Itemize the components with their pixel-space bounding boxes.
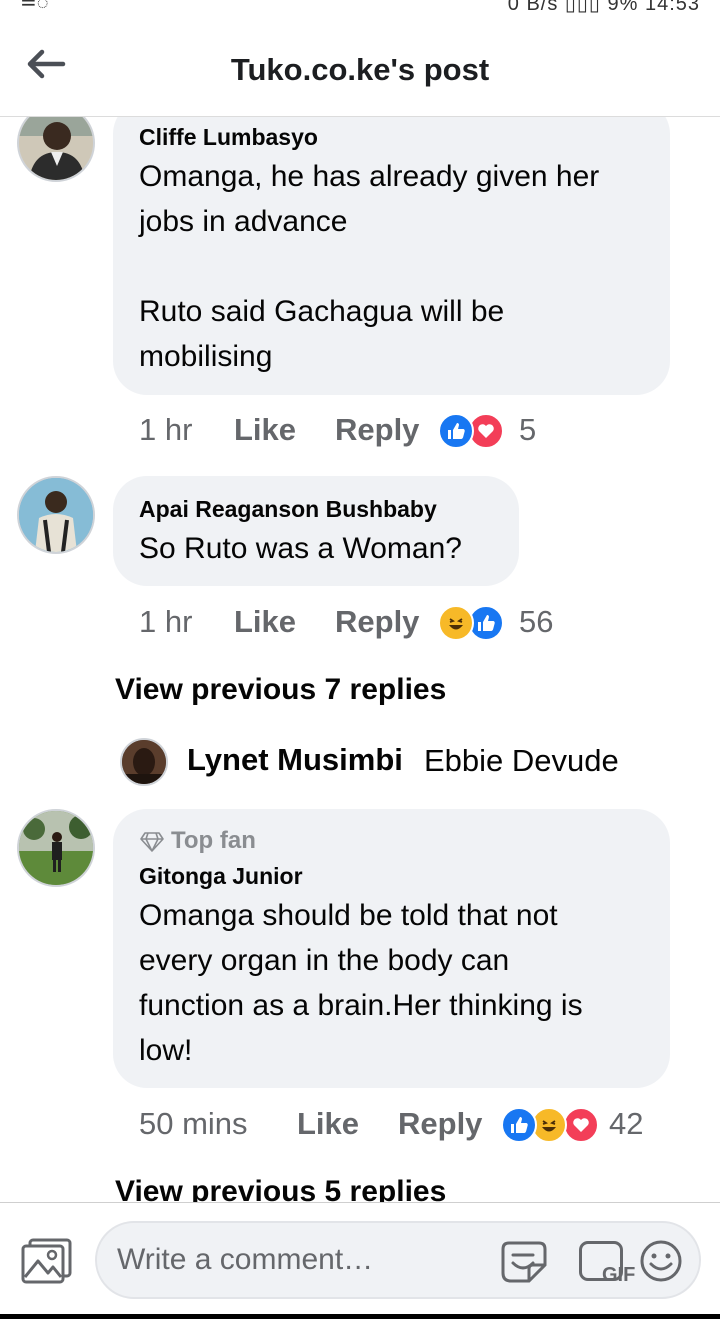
- comment-time: 1 hr: [139, 604, 193, 639]
- avatar[interactable]: [17, 117, 95, 182]
- reply-button[interactable]: Reply: [335, 412, 419, 448]
- comment-text: Omanga, he has already given her jobs in…: [139, 160, 600, 373]
- comment-bubble[interactable]: Cliffe Lumbasyo Omanga, he has already g…: [113, 117, 670, 395]
- love-reaction-icon: [563, 1107, 599, 1143]
- avatar: [120, 738, 168, 786]
- comment-composer: Write a comment… GIF: [0, 1202, 720, 1320]
- reply-button[interactable]: Reply: [335, 604, 419, 640]
- like-button[interactable]: Like: [234, 604, 296, 640]
- reaction-summary[interactable]: [438, 605, 508, 641]
- reaction-summary[interactable]: [501, 1107, 603, 1143]
- comment-bubble[interactable]: Apai Reaganson Bushbaby So Ruto was a Wo…: [113, 476, 519, 586]
- comment-time: 1 hr: [139, 412, 193, 447]
- avatar[interactable]: [17, 476, 95, 554]
- comment-text: So Ruto was a Woman?: [139, 532, 462, 565]
- photo-icon: [21, 1238, 72, 1284]
- comment-author[interactable]: Cliffe Lumbasyo: [139, 124, 318, 151]
- badge-label: Top fan: [171, 827, 256, 854]
- reply-text: Ebbie Devude: [424, 743, 619, 778]
- photo-button[interactable]: [20, 1237, 74, 1285]
- reply-button[interactable]: Reply: [398, 1106, 482, 1142]
- sticker-button[interactable]: [499, 1237, 549, 1285]
- smiley-icon: [640, 1240, 682, 1282]
- reaction-summary[interactable]: [438, 413, 508, 449]
- comment-bubble[interactable]: Top fan Gitonga Junior Omanga should be …: [113, 809, 670, 1088]
- reply-author[interactable]: Lynet Musimbi: [187, 742, 403, 778]
- like-button[interactable]: Like: [297, 1106, 359, 1142]
- header-bar: Tuko.co.ke's post: [0, 14, 720, 117]
- comment-text: Omanga should be told that not every org…: [139, 899, 583, 1067]
- comment-author[interactable]: Gitonga Junior: [139, 863, 303, 890]
- emoji-button[interactable]: [639, 1239, 683, 1283]
- comment-author[interactable]: Apai Reaganson Bushbaby: [139, 496, 437, 523]
- gif-icon: GIF: [602, 1264, 636, 1286]
- view-previous-replies-link[interactable]: View previous 7 replies: [115, 673, 446, 707]
- comment-feed[interactable]: Cliffe Lumbasyo Omanga, he has already g…: [0, 117, 720, 1202]
- status-bar: ≗◌ 0 B/s ▯▯▯ 9% 14:53: [0, 0, 720, 14]
- reaction-count[interactable]: 56: [519, 604, 553, 640]
- reaction-count[interactable]: 5: [519, 412, 536, 448]
- sticker-icon: [501, 1241, 547, 1283]
- diamond-icon: [140, 832, 164, 852]
- comment-input[interactable]: Write a comment… GIF: [95, 1221, 701, 1299]
- reply-preview[interactable]: Lynet Musimbi Ebbie Devude: [118, 736, 678, 788]
- page-title: Tuko.co.ke's post: [230, 52, 490, 87]
- reaction-count[interactable]: 42: [609, 1106, 643, 1142]
- like-button[interactable]: Like: [234, 412, 296, 448]
- view-previous-replies-link[interactable]: View previous 5 replies: [115, 1175, 446, 1202]
- comment-time: 50 mins: [139, 1106, 248, 1141]
- nav-bar-edge: [0, 1314, 720, 1319]
- like-reaction-icon: [501, 1107, 537, 1143]
- status-icons-right: 0 B/s ▯▯▯ 9% 14:53: [507, 0, 700, 14]
- gif-button[interactable]: GIF: [579, 1241, 635, 1286]
- haha-reaction-icon: [438, 605, 474, 641]
- like-reaction-icon: [438, 413, 474, 449]
- status-icons-left: ≗◌: [20, 0, 49, 14]
- avatar[interactable]: [17, 809, 95, 887]
- comment-input-placeholder: Write a comment…: [117, 1243, 374, 1276]
